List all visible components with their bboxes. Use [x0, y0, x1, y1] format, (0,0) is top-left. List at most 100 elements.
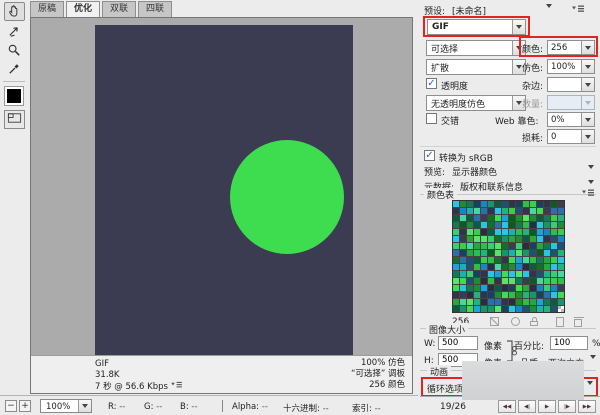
color-swatch[interactable]	[474, 236, 480, 242]
color-swatch[interactable]	[502, 201, 508, 207]
color-swatch[interactable]	[537, 243, 543, 249]
colors-dropdown-arrow-icon[interactable]	[581, 41, 594, 54]
color-swatch[interactable]	[530, 271, 536, 277]
dither-method-select[interactable]: 扩散	[426, 59, 526, 75]
quality-arrow-icon[interactable]	[590, 355, 596, 369]
color-swatch[interactable]	[481, 257, 487, 263]
loop-arrow-icon[interactable]	[587, 381, 593, 395]
preview-mode-arrow-icon[interactable]	[588, 165, 594, 179]
transparency-checkbox[interactable]: ✓	[426, 78, 437, 89]
color-swatch[interactable]	[467, 215, 473, 221]
zoom-dropdown-arrow-icon[interactable]	[78, 400, 91, 412]
color-swatch[interactable]	[537, 215, 543, 221]
previous-frame-button[interactable]: ◀|	[518, 400, 536, 413]
color-swatch[interactable]	[474, 229, 480, 235]
color-swatch[interactable]	[523, 264, 529, 270]
color-swatch[interactable]	[509, 292, 515, 298]
color-swatch[interactable]	[495, 229, 501, 235]
speed-menu-icon[interactable]	[170, 381, 183, 393]
color-swatch[interactable]	[509, 229, 515, 235]
color-swatch[interactable]	[530, 306, 536, 312]
color-swatch[interactable]	[551, 243, 557, 249]
color-swatch[interactable]	[523, 208, 529, 214]
color-swatch[interactable]	[495, 257, 501, 263]
color-swatch[interactable]	[523, 222, 529, 228]
color-swatch[interactable]	[453, 222, 459, 228]
color-swatch[interactable]	[467, 271, 473, 277]
color-swatch[interactable]	[467, 236, 473, 242]
first-frame-button[interactable]: ◀◀	[498, 400, 516, 413]
preset-panel-menu-icon[interactable]	[572, 4, 585, 16]
color-swatch[interactable]	[502, 222, 508, 228]
color-swatch[interactable]	[488, 278, 494, 284]
color-swatch[interactable]	[523, 257, 529, 263]
color-swatch[interactable]	[495, 264, 501, 270]
color-swatch[interactable]	[474, 264, 480, 270]
color-swatch[interactable]	[453, 236, 459, 242]
color-swatch[interactable]	[488, 292, 494, 298]
color-swatch[interactable]	[516, 229, 522, 235]
color-swatch[interactable]	[551, 250, 557, 256]
color-swatch[interactable]	[481, 243, 487, 249]
color-swatch[interactable]	[495, 306, 501, 312]
color-swatch[interactable]	[495, 250, 501, 256]
dither-arrow-icon[interactable]	[581, 60, 594, 73]
color-swatch[interactable]	[537, 222, 543, 228]
color-swatch[interactable]	[523, 215, 529, 221]
color-swatch[interactable]	[467, 208, 473, 214]
color-swatch[interactable]	[516, 271, 522, 277]
color-swatch[interactable]	[481, 222, 487, 228]
tab-original[interactable]: 原稿	[30, 1, 65, 17]
color-swatch[interactable]	[488, 215, 494, 221]
color-swatch[interactable]	[495, 236, 501, 242]
color-swatch[interactable]	[551, 264, 557, 270]
color-swatch[interactable]	[453, 208, 459, 214]
color-swatch[interactable]	[516, 201, 522, 207]
color-swatch[interactable]	[502, 271, 508, 277]
color-swatch[interactable]	[523, 250, 529, 256]
color-swatch[interactable]	[474, 306, 480, 312]
color-swatch[interactable]	[516, 285, 522, 291]
color-swatch[interactable]	[502, 229, 508, 235]
matte-arrow-icon[interactable]	[581, 78, 594, 91]
color-swatch[interactable]	[558, 201, 564, 207]
interlaced-checkbox[interactable]	[426, 113, 437, 124]
color-swatch[interactable]	[558, 236, 564, 242]
color-swatch[interactable]	[467, 229, 473, 235]
color-swatch[interactable]	[523, 306, 529, 312]
color-swatch[interactable]	[502, 257, 508, 263]
color-swatch[interactable]	[558, 215, 564, 221]
next-frame-button[interactable]: |▶	[558, 400, 576, 413]
color-swatch[interactable]	[537, 257, 543, 263]
color-table-menu-icon[interactable]	[582, 188, 595, 200]
color-swatch[interactable]	[453, 299, 459, 305]
color-swatch[interactable]	[481, 278, 487, 284]
color-swatch[interactable]	[523, 285, 529, 291]
color-swatch[interactable]	[460, 201, 466, 207]
color-swatch[interactable]	[558, 299, 564, 305]
color-swatch[interactable]	[481, 250, 487, 256]
last-frame-button[interactable]: ▶▶	[578, 400, 596, 413]
color-swatch[interactable]	[488, 250, 494, 256]
color-swatch[interactable]	[558, 222, 564, 228]
width-input[interactable]	[438, 336, 478, 350]
color-swatch[interactable]	[551, 236, 557, 242]
color-swatch[interactable]	[516, 292, 522, 298]
play-button[interactable]: ▶	[538, 400, 556, 413]
color-swatch[interactable]	[453, 271, 459, 277]
color-swatch[interactable]	[474, 201, 480, 207]
color-swatch[interactable]	[558, 278, 564, 284]
preview-mode-value[interactable]: 显示器颜色	[452, 165, 497, 178]
color-swatch[interactable]	[488, 208, 494, 214]
color-swatch[interactable]	[551, 299, 557, 305]
color-swatch[interactable]	[453, 229, 459, 235]
color-swatch[interactable]	[453, 257, 459, 263]
color-swatch[interactable]	[474, 278, 480, 284]
color-swatch[interactable]	[453, 292, 459, 298]
color-swatch[interactable]	[467, 250, 473, 256]
color-swatch[interactable]	[460, 222, 466, 228]
color-swatch[interactable]	[509, 285, 515, 291]
toggle-slices-button[interactable]	[4, 110, 25, 129]
color-swatch[interactable]	[544, 299, 550, 305]
color-swatch[interactable]	[474, 215, 480, 221]
